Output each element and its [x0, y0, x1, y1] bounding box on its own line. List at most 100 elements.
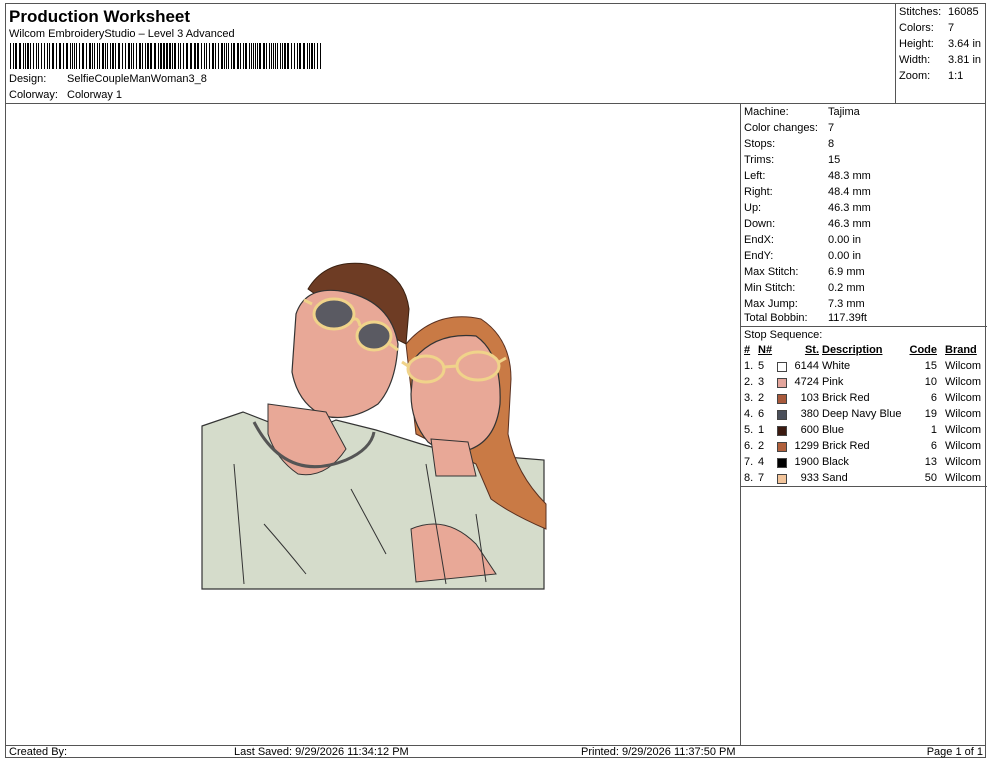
row-description: Pink — [822, 376, 844, 388]
barcode-bar — [233, 43, 235, 69]
row-index: 7. — [744, 456, 754, 468]
barcode-bar — [311, 43, 313, 69]
spec-value: 15 — [828, 154, 841, 166]
printed-date: Printed: 9/29/2026 11:37:50 PM — [581, 746, 736, 758]
barcode-bar — [76, 43, 77, 69]
barcode-bar — [251, 43, 252, 69]
barcode-bar — [226, 43, 227, 69]
color-swatch — [777, 426, 787, 436]
barcode-bar — [309, 43, 310, 69]
barcode-bar — [38, 43, 39, 69]
barcode-bar — [314, 43, 315, 69]
color-swatch — [777, 442, 787, 452]
barcode-bar — [206, 43, 207, 69]
barcode-bar — [183, 43, 184, 69]
man-sunglasses-lens-left — [312, 297, 356, 331]
spec-row: Down: 46.3 mm — [744, 218, 871, 230]
spec-value: 48.3 mm — [828, 170, 871, 182]
barcode-bar — [237, 43, 239, 69]
row-brand: Wilcom — [945, 408, 982, 420]
barcode-bar — [277, 43, 278, 69]
barcode-bar — [94, 43, 95, 69]
spec-row: Min Stitch: 0.2 mm — [744, 282, 865, 294]
barcode-bar — [266, 43, 267, 69]
spec-label: Down: — [744, 218, 776, 230]
barcode-bar — [139, 43, 141, 69]
barcode-bar — [197, 43, 199, 69]
barcode-bar — [36, 43, 37, 69]
summary-value: 3.64 in — [948, 38, 982, 50]
barcode-bar — [275, 43, 276, 69]
row-stitches: 380 — [800, 408, 819, 420]
row-brand: Wilcom — [945, 472, 982, 484]
woman-glasses-lens-right — [455, 350, 501, 382]
row-description: White — [822, 360, 851, 372]
stop-sequence-row: 1. 5 6144 White 15 Wilcom — [741, 360, 987, 376]
design-preview — [6, 104, 740, 745]
summary-label: Colors: — [899, 22, 934, 34]
design-row: Design: SelfieCoupleManWoman3_8 — [9, 73, 207, 85]
barcode-bar — [56, 43, 57, 69]
barcode-bar — [89, 43, 91, 69]
spec-label: EndY: — [744, 250, 774, 262]
summary-label: Zoom: — [899, 70, 931, 82]
spec-row: Trims: 15 — [744, 154, 840, 166]
spec-row: Max Jump: 7.3 mm — [744, 298, 865, 310]
barcode-bar — [228, 43, 229, 69]
barcode-bar — [297, 43, 298, 69]
page-number: Page 1 of 1 — [926, 746, 983, 758]
barcode-bar — [150, 43, 152, 69]
spec-value: 48.4 mm — [828, 186, 871, 198]
worksheet-frame: Production Worksheet Wilcom EmbroiderySt… — [5, 3, 987, 758]
barcode-bar — [25, 43, 26, 69]
spec-row: Stops: 8 — [744, 138, 834, 150]
row-description: Black — [822, 456, 849, 468]
color-swatch — [777, 378, 787, 388]
barcode-bar — [97, 43, 98, 69]
barcode-bar — [255, 43, 256, 69]
barcode-bar — [163, 43, 165, 69]
embroidery-design-image — [201, 262, 547, 590]
summary-value: 3.81 in — [948, 54, 982, 66]
spec-label: Machine: — [744, 106, 789, 118]
created-by: Created By: — [9, 746, 68, 758]
row-needle: 5 — [758, 360, 765, 372]
barcode-bar — [13, 43, 14, 69]
barcode-bar — [125, 43, 126, 69]
header-stitches: St. — [804, 344, 819, 356]
summary-label: Width: — [899, 54, 931, 66]
stop-sequence-row: 4. 6 380 Deep Navy Blue 19 Wilcom — [741, 408, 987, 424]
row-brand: Wilcom — [945, 424, 982, 436]
barcode-bar — [209, 43, 210, 69]
row-stitches: 933 — [800, 472, 819, 484]
row-brand: Wilcom — [945, 440, 982, 452]
barcode-bar — [320, 43, 321, 69]
worksheet-header: Production Worksheet Wilcom EmbroiderySt… — [6, 4, 895, 104]
barcode-bar — [166, 43, 168, 69]
woman-glasses-lens-left — [406, 354, 446, 384]
barcode-bar — [204, 43, 205, 69]
barcode-bar — [15, 43, 17, 69]
barcode-bar — [240, 43, 241, 69]
barcode-bar — [23, 43, 24, 69]
barcode-bar — [128, 43, 130, 69]
design-label: Design: — [9, 73, 47, 85]
spec-value: 6.9 mm — [828, 266, 865, 278]
barcode-bar — [27, 43, 29, 69]
summary-value: 1:1 — [948, 70, 964, 82]
barcode-bar — [201, 43, 202, 69]
spec-label: Max Jump: — [744, 298, 798, 310]
barcode-bar — [158, 43, 159, 69]
stop-sequence-title: Stop Sequence: — [744, 329, 823, 341]
spec-row: Up: 46.3 mm — [744, 202, 871, 214]
spec-value: Tajima — [828, 106, 860, 118]
barcode-bar — [231, 43, 232, 69]
color-swatch — [777, 410, 787, 420]
spec-row: EndY: 0.00 in — [744, 250, 861, 262]
barcode-bar — [221, 43, 223, 69]
barcode-bar — [107, 43, 108, 69]
row-needle: 2 — [758, 392, 765, 404]
header-index: # — [744, 344, 751, 356]
barcode-bar — [70, 43, 71, 69]
barcode-bar — [291, 43, 292, 69]
